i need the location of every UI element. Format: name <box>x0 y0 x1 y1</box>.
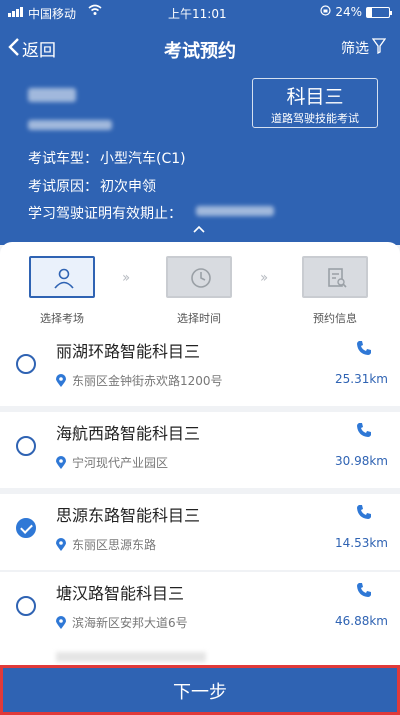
venue-address: 东丽区金钟街赤欢路1200号 <box>72 374 223 388</box>
filter-icon <box>371 38 387 58</box>
clock-icon <box>191 268 211 288</box>
subject-title: 科目三 <box>286 86 344 108</box>
venue-distance: 30.98km <box>335 454 388 468</box>
reason-label: 考试原因： <box>28 179 98 195</box>
venue-radio[interactable] <box>16 436 36 456</box>
battery-icon <box>366 6 392 18</box>
page-title: 考试预约 <box>164 41 236 62</box>
collapse-chevron-icon[interactable] <box>192 222 206 236</box>
filter-button[interactable]: 筛选 <box>341 38 387 58</box>
location-pin-icon <box>56 537 66 552</box>
phone-icon[interactable] <box>356 422 372 442</box>
venue-item[interactable]: 思源东路智能科目三 东丽区思源东路 14.53km <box>0 494 400 570</box>
subject-badge: 科目三 道路驾驶技能考试 <box>252 78 378 128</box>
venue-item[interactable]: 丽湖环路智能科目三 东丽区金钟街赤欢路1200号 25.31km <box>0 330 400 406</box>
venue-distance: 14.53km <box>335 536 388 550</box>
step-booking-info: 预约信息 <box>300 256 370 326</box>
reason-value: 初次申领 <box>100 179 156 195</box>
venue-address: 滨海新区安邦大道6号 <box>72 616 188 630</box>
step-label: 选择时间 <box>177 312 221 325</box>
next-step-button[interactable]: 下一步 <box>0 665 400 715</box>
venue-radio-checked[interactable] <box>16 518 36 538</box>
location-pin-icon <box>56 615 66 630</box>
nav-bar: 返回 考试预约 筛选 <box>0 26 400 70</box>
venue-item[interactable]: 海航西路智能科目三 宁河现代产业园区 30.98km <box>0 412 400 488</box>
reason-row: 考试原因： 初次申领 <box>26 176 156 196</box>
step-select-time: 选择时间 <box>164 256 234 326</box>
phone-icon[interactable] <box>356 582 372 602</box>
venue-distance: 25.31km <box>335 372 388 386</box>
person-icon <box>54 268 74 289</box>
venue-address: 东丽区思源东路 <box>72 538 157 552</box>
venue-item-partial <box>0 642 400 666</box>
redacted-date <box>196 206 274 216</box>
step-select-venue: 选择考场 <box>27 256 97 326</box>
double-chevron-icon: ›› <box>122 270 130 286</box>
vehicle-type-label: 考试车型： <box>28 151 98 167</box>
vehicle-type-row: 考试车型： 小型汽车(C1) <box>26 148 186 168</box>
validity-row: 学习驾驶证明有效期止： <box>26 203 182 223</box>
venue-radio[interactable] <box>16 354 36 374</box>
location-pin-icon <box>56 373 66 388</box>
redacted-name <box>28 88 76 102</box>
venue-name: 丽湖环路智能科目三 <box>56 342 201 361</box>
double-chevron-icon: ›› <box>260 270 268 286</box>
phone-icon[interactable] <box>356 340 372 360</box>
orientation-lock-icon <box>320 5 331 19</box>
status-time: 上午11:01 <box>168 7 227 21</box>
signal-icon <box>8 7 23 17</box>
venue-distance: 46.88km <box>335 614 388 628</box>
carrier-label: 中国移动 <box>28 7 77 21</box>
vehicle-type-value: 小型汽车(C1) <box>100 151 186 167</box>
venue-name: 思源东路智能科目三 <box>56 506 201 525</box>
venue-name: 海航西路智能科目三 <box>56 424 201 443</box>
status-bar: 中国移动 上午11:01 24% <box>0 0 400 26</box>
step-label: 选择考场 <box>40 312 84 325</box>
redacted-id <box>28 120 112 130</box>
subject-desc: 道路驾驶技能考试 <box>271 112 359 125</box>
venue-radio[interactable] <box>16 596 36 616</box>
venue-name: 塘汉路智能科目三 <box>56 584 185 603</box>
filter-label: 筛选 <box>341 41 369 57</box>
exam-info-panel: 科目三 道路驾驶技能考试 考试车型： 小型汽车(C1) 考试原因： 初次申领 学习驾… <box>0 70 400 245</box>
step-label: 预约信息 <box>313 312 357 325</box>
venue-item[interactable]: 塘汉路智能科目三 滨海新区安邦大道6号 46.88km <box>0 572 400 648</box>
document-search-icon <box>328 268 347 288</box>
battery-percent: 24% <box>335 5 362 19</box>
step-progress: 选择考场 ›› 选择时间 ›› 预约信息 <box>0 242 400 332</box>
phone-icon[interactable] <box>356 504 372 524</box>
location-pin-icon <box>56 455 66 470</box>
wifi-icon <box>88 4 102 19</box>
venue-address: 宁河现代产业园区 <box>72 456 169 470</box>
validity-label: 学习驾驶证明有效期止： <box>28 206 182 222</box>
